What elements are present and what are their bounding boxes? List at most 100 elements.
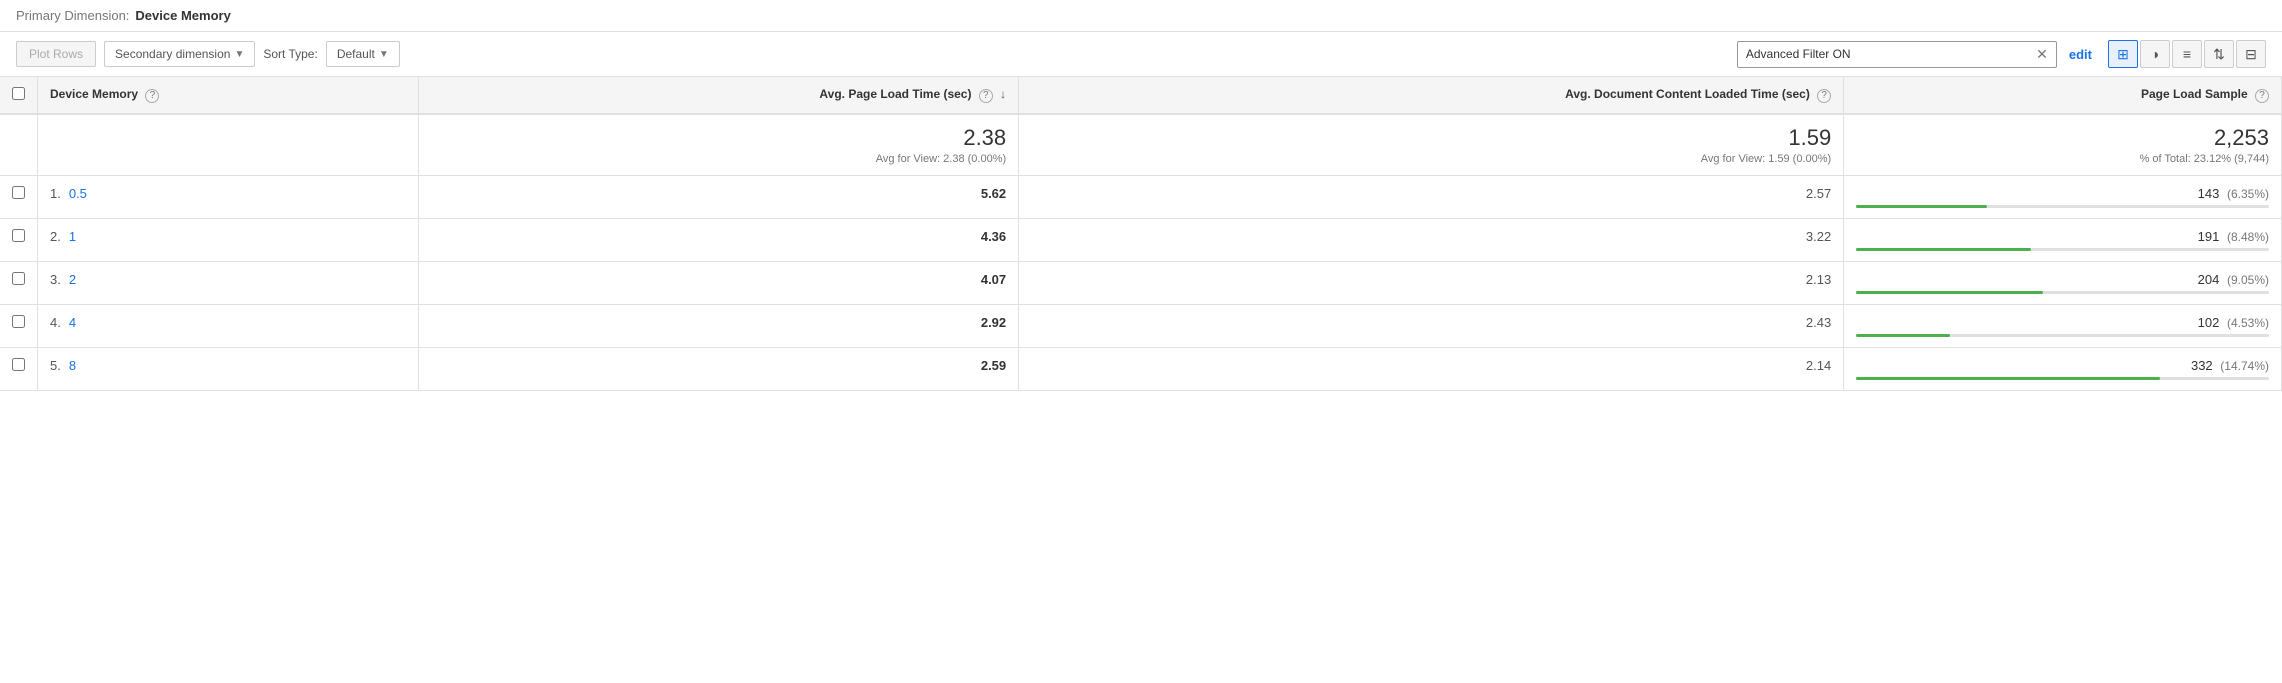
summary-avg-page-load-col: 2.38 Avg for View: 2.38 (0.00%)	[418, 114, 1018, 176]
progress-bar-fill	[1856, 291, 2043, 294]
row-page-load-pct: (14.74%)	[2220, 359, 2269, 373]
view-pivot-button[interactable]: ⊟	[2236, 40, 2266, 68]
row-avg-page-load-value: 2.92	[981, 315, 1006, 330]
row-checkbox-col	[0, 305, 38, 348]
sort-type-caret-icon: ▼	[379, 49, 389, 60]
row-device-memory: 5.8	[38, 348, 419, 391]
view-pie-button[interactable]: ◑	[2140, 40, 2170, 68]
row-checkbox-col	[0, 176, 38, 219]
filter-close-icon[interactable]: ✕	[2036, 46, 2048, 63]
row-avg-page-load-value: 2.59	[981, 358, 1006, 373]
row-avg-page-load-value: 5.62	[981, 186, 1006, 201]
row-avg-doc-content: 2.43	[1019, 305, 1844, 348]
header-avg-doc-content-label: Avg. Document Content Loaded Time (sec)	[1565, 87, 1810, 101]
sort-arrow-icon: ↓	[1000, 87, 1006, 101]
row-device-memory-link[interactable]: 0.5	[69, 186, 87, 201]
sort-type-dropdown[interactable]: Default ▼	[326, 41, 400, 67]
row-checkbox[interactable]	[12, 272, 25, 285]
progress-bar	[1856, 205, 2269, 208]
row-avg-doc-content-value: 2.57	[1806, 186, 1831, 201]
row-page-load-sample: 332 (14.74%)	[1844, 348, 2282, 391]
row-device-memory-link[interactable]: 2	[69, 272, 76, 287]
primary-dimension-bar: Primary Dimension: Device Memory	[0, 0, 2282, 32]
table-row: 1. 0.5 5.62 2.57 143 (6.35%)	[0, 176, 2282, 219]
row-device-memory: 3.2	[38, 262, 419, 305]
row-device-memory: 4.4	[38, 305, 419, 348]
row-avg-doc-content: 2.14	[1019, 348, 1844, 391]
row-avg-page-load-value: 4.07	[981, 272, 1006, 287]
row-page-load-count: 102	[2198, 315, 2220, 330]
sort-type-value: Default	[337, 47, 375, 61]
summary-avg-doc-content-col: 1.59 Avg for View: 1.59 (0.00%)	[1019, 114, 1844, 176]
row-page-load-count: 191	[2198, 229, 2220, 244]
row-number: 5.	[50, 358, 61, 373]
summary-avg-page-load-sub: Avg for View: 2.38 (0.00%)	[431, 153, 1006, 165]
row-page-load-pct: (6.35%)	[2227, 187, 2269, 201]
row-checkbox-col	[0, 219, 38, 262]
avg-page-load-help-icon[interactable]: ?	[979, 89, 993, 103]
progress-bar	[1856, 248, 2269, 251]
view-comparison-button[interactable]: ⇅	[2204, 40, 2234, 68]
row-page-load-sample: 143 (6.35%)	[1844, 176, 2282, 219]
row-device-memory-link[interactable]: 1	[69, 229, 76, 244]
row-device-memory: 1. 0.5	[38, 176, 419, 219]
row-page-load-sample: 204 (9.05%)	[1844, 262, 2282, 305]
device-memory-help-icon[interactable]: ?	[145, 89, 159, 103]
row-page-load-pct: (9.05%)	[2227, 273, 2269, 287]
secondary-dimension-caret-icon: ▼	[234, 49, 244, 60]
row-checkbox[interactable]	[12, 229, 25, 242]
row-page-load-pct: (8.48%)	[2227, 230, 2269, 244]
summary-avg-page-load-value: 2.38	[431, 125, 1006, 151]
row-number: 3.	[50, 272, 61, 287]
row-page-load-count: 204	[2198, 272, 2220, 287]
data-table: Device Memory ? Avg. Page Load Time (sec…	[0, 77, 2282, 391]
advanced-filter-input[interactable]	[1746, 47, 2032, 61]
summary-row: 2.38 Avg for View: 2.38 (0.00%) 1.59 Avg…	[0, 114, 2282, 176]
row-device-memory-link[interactable]: 4	[69, 315, 76, 330]
summary-checkbox-col	[0, 114, 38, 176]
secondary-dimension-label: Secondary dimension	[115, 47, 230, 61]
header-avg-page-load: Avg. Page Load Time (sec) ? ↓	[418, 77, 1018, 114]
view-list-button[interactable]: ≡	[2172, 40, 2202, 68]
row-avg-page-load: 4.07	[418, 262, 1018, 305]
row-page-load-pct: (4.53%)	[2227, 316, 2269, 330]
row-avg-doc-content: 2.13	[1019, 262, 1844, 305]
summary-page-load-sample-value: 2,253	[1856, 125, 2269, 151]
header-device-memory: Device Memory ?	[38, 77, 419, 114]
row-page-load-sample: 102 (4.53%)	[1844, 305, 2282, 348]
toolbar: Plot Rows Secondary dimension ▼ Sort Typ…	[0, 32, 2282, 77]
table-row: 2.14.363.22 191 (8.48%)	[0, 219, 2282, 262]
row-device-memory-link[interactable]: 8	[69, 358, 76, 373]
page-load-sample-help-icon[interactable]: ?	[2255, 89, 2269, 103]
advanced-filter-input-wrap: ✕	[1737, 41, 2057, 68]
header-checkbox-col	[0, 77, 38, 114]
edit-link[interactable]: edit	[2069, 47, 2092, 62]
row-avg-page-load: 2.59	[418, 348, 1018, 391]
header-device-memory-label: Device Memory	[50, 87, 138, 101]
progress-bar	[1856, 377, 2269, 380]
row-page-load-count: 332	[2191, 358, 2213, 373]
plot-rows-button[interactable]: Plot Rows	[16, 41, 96, 67]
row-number: 4.	[50, 315, 61, 330]
row-checkbox[interactable]	[12, 358, 25, 371]
row-avg-page-load: 5.62	[418, 176, 1018, 219]
row-device-memory: 2.1	[38, 219, 419, 262]
row-checkbox[interactable]	[12, 186, 25, 199]
primary-dimension-label: Primary Dimension:	[16, 8, 129, 23]
row-avg-page-load-value: 4.36	[981, 229, 1006, 244]
row-checkbox[interactable]	[12, 315, 25, 328]
row-avg-doc-content-value: 2.14	[1806, 358, 1831, 373]
summary-page-load-sample-col: 2,253 % of Total: 23.12% (9,744)	[1844, 114, 2282, 176]
view-grid-button[interactable]: ⊞	[2108, 40, 2138, 68]
row-page-load-sample: 191 (8.48%)	[1844, 219, 2282, 262]
row-page-load-count: 143	[2198, 186, 2220, 201]
row-number: 1.	[50, 186, 61, 201]
progress-bar	[1856, 334, 2269, 337]
select-all-checkbox[interactable]	[12, 87, 25, 100]
avg-doc-content-help-icon[interactable]: ?	[1817, 89, 1831, 103]
table-header-row: Device Memory ? Avg. Page Load Time (sec…	[0, 77, 2282, 114]
table-row: 4.42.922.43 102 (4.53%)	[0, 305, 2282, 348]
secondary-dimension-dropdown[interactable]: Secondary dimension ▼	[104, 41, 255, 67]
progress-bar-fill	[1856, 248, 2031, 251]
table-row: 5.82.592.14 332 (14.74%)	[0, 348, 2282, 391]
